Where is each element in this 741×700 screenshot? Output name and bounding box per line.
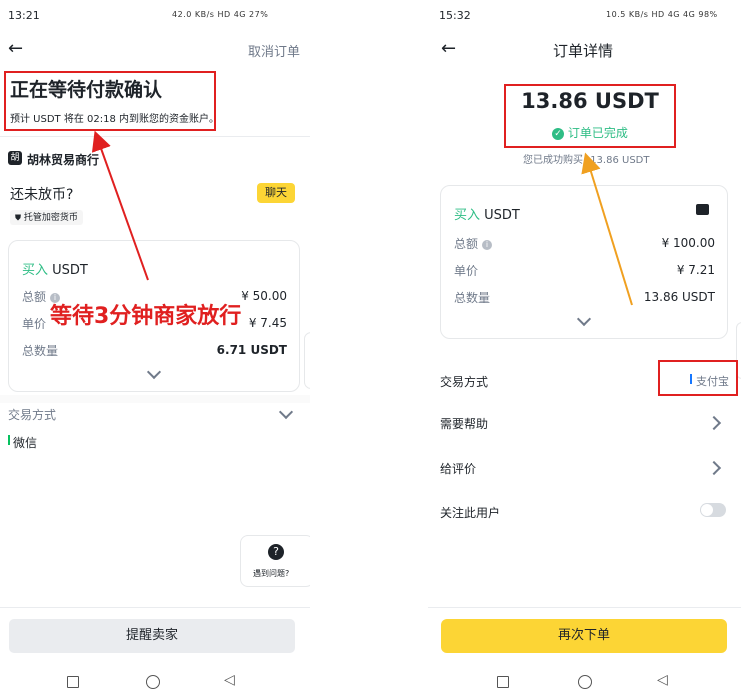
bottom-divider (0, 607, 310, 608)
merchant-name[interactable]: 胡林贸易商行 (27, 151, 99, 168)
recent-apps-icon[interactable] (67, 676, 79, 688)
order-status: ✓ 订单已完成 (504, 124, 676, 141)
question-icon: ? (268, 544, 284, 560)
back-arrow-icon[interactable]: ← (8, 38, 23, 59)
section-gap (0, 395, 310, 403)
follow-toggle[interactable] (700, 503, 726, 517)
annotation-text: 等待3分钟商家放行 (50, 304, 242, 329)
check-circle-icon: ✓ (552, 127, 565, 140)
payment-method: 微信 (13, 436, 38, 450)
payment-label: 交易方式 (8, 408, 57, 422)
expand-chevron-icon[interactable] (576, 311, 592, 327)
bottom-divider (428, 607, 741, 608)
merchant-avatar: 胡 (8, 151, 22, 165)
price-label: 单价 (454, 264, 479, 278)
order-card: 买入 USDT 总额 i ¥ 100.00 单价 ¥ 7.21 总数量 13.86… (440, 185, 728, 339)
highlight-box (4, 71, 216, 131)
completed-label: 订单已完成 (567, 126, 628, 140)
price-label: 单价 (22, 317, 47, 331)
alipay-marker (690, 374, 692, 384)
buy-label: 买入 (22, 263, 49, 278)
rate-chevron-icon[interactable] (706, 460, 722, 476)
status-icons: 42.0 KB/s HD 4G 27% (172, 10, 269, 19)
total-value: ¥ 50.00 (241, 289, 287, 303)
chat-button[interactable]: 聊天 (257, 183, 295, 203)
quantity-label: 总数量 (454, 291, 491, 305)
right-screen: 15:32 10.5 KB/s HD 4G 4G 98% ← 订单详情 13.8… (428, 0, 741, 700)
quantity-label: 总数量 (22, 344, 59, 358)
page-title: 订单详情 (553, 42, 614, 60)
info-icon[interactable]: i (482, 239, 493, 250)
shield-icon: ⛊ (15, 213, 21, 222)
divider (0, 136, 310, 137)
need-help-item[interactable]: 需要帮助 (440, 415, 488, 432)
success-message: 您已成功购买 13.86 USDT (523, 155, 650, 166)
quantity-value: 6.71 USDT (216, 343, 287, 357)
recent-apps-icon[interactable] (497, 676, 509, 688)
total-value: ¥ 100.00 (661, 236, 715, 250)
status-icons: 10.5 KB/s HD 4G 4G 98% (606, 10, 718, 19)
need-help-chevron-icon[interactable] (706, 415, 722, 431)
escrow-badge: ⛊ 托管加密货币 (10, 210, 83, 225)
status-time: 15:32 (439, 9, 471, 22)
price-value: ¥ 7.21 (676, 263, 715, 277)
payment-method: 支付宝 (696, 375, 729, 388)
not-released-label: 还未放币? (10, 187, 74, 203)
quantity-value: 13.86 USDT (643, 290, 715, 304)
help-label: 遇到问题? (253, 569, 290, 578)
order-type: 买入 USDT (22, 259, 88, 278)
rate-item[interactable]: 给评价 (440, 460, 476, 477)
chat-icon[interactable] (696, 204, 709, 215)
total-label: 总额 i (454, 235, 493, 252)
asset-label: USDT (52, 263, 88, 278)
home-icon[interactable] (578, 675, 592, 689)
order-type: 买入 USDT (454, 204, 520, 223)
order-amount: 13.86 USDT (521, 89, 659, 113)
back-triangle-icon[interactable]: ◁ (224, 672, 235, 688)
gap (310, 0, 428, 700)
expand-chevron-icon[interactable] (146, 364, 162, 380)
cancel-order-link[interactable]: 取消订单 (248, 41, 300, 60)
price-value: ¥ 7.45 (248, 316, 287, 330)
follow-user-label: 关注此用户 (440, 506, 501, 520)
buy-label: 买入 (454, 208, 481, 223)
payment-label: 交易方式 (440, 375, 489, 389)
status-time: 13:21 (8, 9, 40, 22)
asset-label: USDT (484, 208, 520, 223)
reorder-button[interactable]: 再次下单 (441, 619, 727, 653)
escrow-label: 托管加密货币 (23, 213, 78, 223)
payment-chevron-icon[interactable] (278, 404, 294, 420)
wechat-marker (8, 435, 10, 445)
remind-seller-button[interactable]: 提醒卖家 (9, 619, 295, 653)
left-screen: 13:21 42.0 KB/s HD 4G 27% ← 取消订单 正在等待付款确… (0, 0, 310, 700)
help-widget[interactable]: ? 遇到问题? (240, 535, 310, 587)
back-arrow-icon[interactable]: ← (441, 38, 456, 59)
home-icon[interactable] (146, 675, 160, 689)
back-triangle-icon[interactable]: ◁ (657, 672, 668, 688)
toggle-knob (701, 504, 713, 516)
